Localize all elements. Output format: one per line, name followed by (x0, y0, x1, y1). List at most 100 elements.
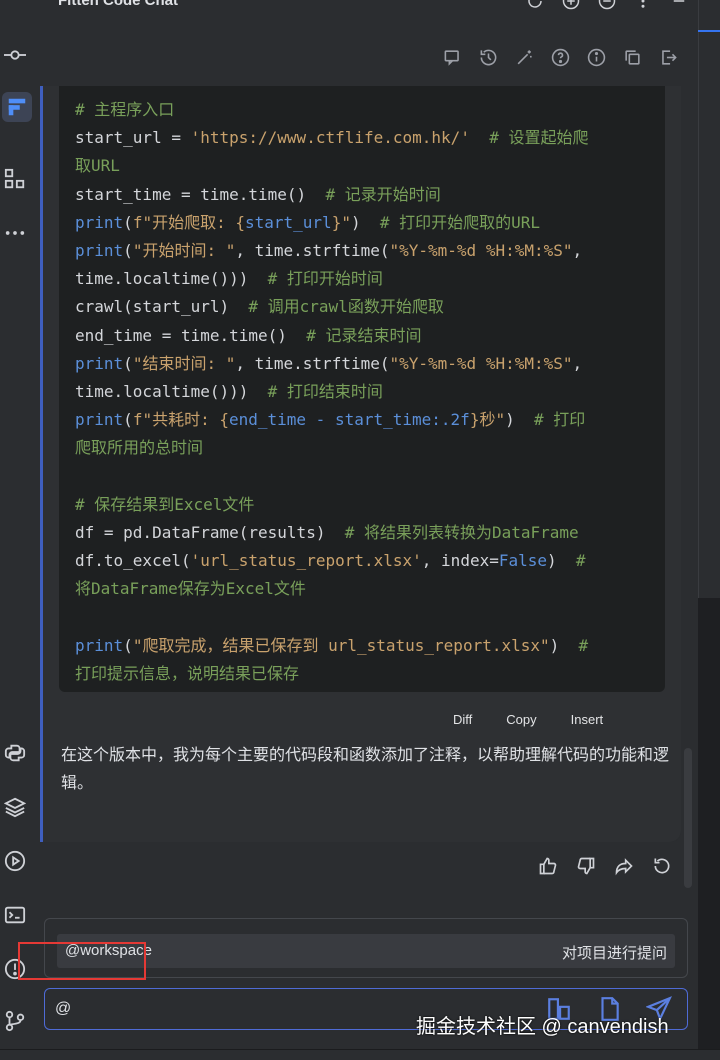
code-token: # 主程序入口 (75, 100, 175, 119)
new-chat-icon[interactable] (442, 47, 462, 67)
diff-button[interactable]: Diff (453, 712, 472, 727)
commit-icon[interactable] (0, 40, 30, 70)
title-actions (526, 0, 688, 10)
run-icon[interactable] (0, 846, 30, 876)
code-token: ( (123, 353, 133, 373)
code-token: , time.strftime( (235, 241, 390, 261)
code-token: }" (331, 212, 351, 232)
code-line: start_time = time.time() # 记录开始时间 (75, 181, 653, 209)
code-token: # 打印开始爬取的URL (379, 212, 541, 232)
code-token: print (75, 212, 124, 232)
code-token: # (578, 635, 589, 655)
code-line: time.localtime())) # 打印开始时间 (75, 265, 653, 293)
code-token: ( (123, 410, 133, 430)
code-token: ) (350, 212, 380, 232)
code-token: ( (123, 212, 133, 232)
thumbs-down-icon[interactable] (576, 856, 596, 876)
code-token: # 将结果列表转换为DataFrame (344, 523, 579, 543)
code-token: f"共耗时: { (132, 410, 229, 430)
feedback-bar (538, 856, 672, 876)
regenerate-icon[interactable] (652, 856, 672, 876)
minimize-icon[interactable] (598, 0, 616, 10)
chat-scrollbar[interactable] (684, 748, 692, 888)
code-line: # 保存结果到Excel文件 (75, 491, 653, 519)
workspace-suggestion[interactable]: @workspace 对项目进行提问 (57, 934, 675, 968)
code-actions: Diff Copy Insert (453, 712, 603, 727)
code-line: print(f"开始爬取: {start_url}") # 打印开始爬取的URL (75, 209, 653, 237)
code-line: time.localtime())) # 打印结束时间 (75, 378, 653, 406)
history-icon[interactable] (478, 47, 498, 67)
code-token: "%Y-%m-%d %H:%M:%S" (389, 241, 573, 261)
options-icon[interactable] (634, 0, 652, 10)
code-token: # 保存结果到Excel文件 (75, 494, 255, 514)
editor-tab-accent (698, 30, 720, 32)
code-token: time.localtime())) (75, 382, 268, 402)
insert-button[interactable]: Insert (571, 712, 604, 727)
highlight-box (18, 942, 146, 980)
code-token: crawl(start_url) (75, 297, 249, 317)
code-token: # 记录结束时间 (306, 325, 422, 345)
code-token: start_url = (75, 128, 191, 148)
code-token: # (575, 551, 586, 571)
refresh-icon[interactable] (526, 0, 544, 10)
code-token: }秒" (469, 410, 506, 430)
git-icon[interactable] (0, 1006, 30, 1036)
code-line: 爬取所用的总时间 (75, 434, 653, 462)
code-token: "结束时间: " (132, 353, 236, 373)
help-icon[interactable] (550, 47, 570, 67)
code-token: 取URL (75, 156, 120, 176)
code-line: print("开始时间: ", time.strftime("%Y-%m-%d … (75, 237, 653, 265)
info-icon[interactable] (586, 47, 606, 67)
add-icon[interactable] (562, 0, 580, 10)
editor-scroll-area (698, 0, 720, 598)
share-icon[interactable] (614, 856, 634, 876)
code-token: ) (547, 551, 576, 571)
code-line: print(f"共耗时: {end_time - start_time:.2f}… (75, 406, 653, 434)
code-line: print("结束时间: ", time.strftime("%Y-%m-%d … (75, 350, 653, 378)
chat-panel: Fitten Code Chat # 主程序入口 start_url = 'htt… (38, 0, 698, 1059)
code-token: print (75, 635, 124, 655)
copy-window-icon[interactable] (622, 47, 642, 67)
code-token: , (572, 353, 583, 373)
export-icon[interactable] (658, 47, 678, 67)
code-line: # 主程序入口 (75, 96, 653, 124)
copy-button[interactable]: Copy (506, 712, 536, 727)
code-token: time.localtime())) (75, 269, 268, 289)
code-token: "开始时间: " (132, 241, 236, 261)
structure-icon[interactable] (0, 164, 30, 194)
code-token: start_url (244, 212, 332, 232)
activity-bar (0, 0, 39, 1059)
code-content[interactable]: # 主程序入口 start_url = 'https://www.ctflife.… (75, 96, 653, 688)
fitten-code-icon[interactable] (2, 92, 32, 122)
code-token: ) (505, 410, 534, 430)
layers-icon[interactable] (0, 792, 30, 822)
python-console-icon[interactable] (0, 738, 30, 768)
code-token: print (75, 410, 124, 430)
editor-edge (698, 0, 720, 1059)
magic-wand-icon[interactable] (514, 47, 534, 67)
code-token: # 设置起始爬 (469, 128, 589, 148)
code-token: "爬取完成，结果已保存到 url_status_report.xlsx" (132, 635, 550, 655)
terminal-icon[interactable] (0, 900, 30, 930)
code-token: 'https://www.ctflife.com.hk/' (190, 128, 470, 148)
code-line: df = pd.DataFrame(results) # 将结果列表转换为Dat… (75, 519, 653, 547)
code-token: , (572, 241, 583, 261)
panel-title: Fitten Code Chat (58, 0, 178, 9)
code-token: df.to_excel( (75, 551, 191, 571)
hide-icon[interactable] (670, 0, 688, 10)
code-token: f"开始爬取: { (132, 212, 245, 232)
code-token: end_time = time.time() (75, 325, 307, 345)
more-icon[interactable] (0, 218, 30, 248)
code-line: 打印提示信息，说明结果已保存 (75, 660, 653, 688)
watermark: 掘金技术社区 @ canvendish (416, 1016, 669, 1038)
thumbs-up-icon[interactable] (538, 856, 558, 876)
code-line: print("爬取完成，结果已保存到 url_status_report.xls… (75, 632, 653, 660)
code-token: start_time = time.time() (75, 184, 326, 204)
code-token: ) (549, 635, 579, 655)
code-token: False (498, 551, 548, 571)
code-token: "%Y-%m-%d %H:%M:%S" (389, 353, 573, 373)
code-token: 'url_status_report.xlsx' (190, 551, 422, 571)
code-token: 将DataFrame保存为Excel文件 (75, 579, 306, 599)
code-token: , time.strftime( (235, 353, 390, 373)
